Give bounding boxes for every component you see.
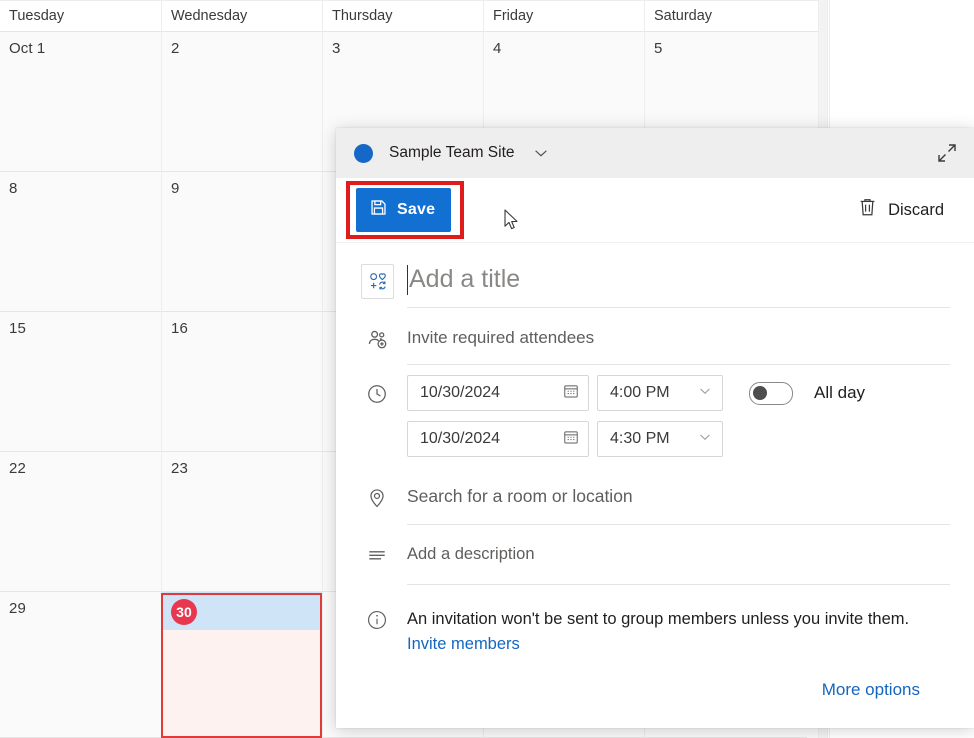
add-people-icon: [360, 326, 394, 351]
invitation-notice-text: An invitation won't be sent to group mem…: [373, 607, 950, 657]
description-row: Add a description: [360, 525, 950, 585]
invitation-notice: An invitation won't be sent to group mem…: [360, 607, 950, 657]
end-time-value: 4:30 PM: [610, 430, 670, 447]
calendar-day-header-wednesday: Wednesday: [161, 1, 322, 32]
start-datetime-line: 10/30/2024 4:00 PM All day: [407, 375, 950, 411]
calendar-cell[interactable]: Oct 1: [0, 32, 161, 172]
site-name-label: Sample Team Site: [389, 144, 515, 161]
more-options-button[interactable]: More options: [816, 679, 926, 701]
start-time-dropdown[interactable]: 4:00 PM: [597, 375, 723, 411]
datetime-fields: 10/30/2024 4:00 PM All day 10/30/2024 4:…: [407, 375, 950, 467]
calendar-day-number: 23: [171, 460, 188, 477]
end-date-value: 10/30/2024: [420, 430, 501, 447]
info-circle-icon: [360, 607, 394, 631]
all-day-toggle-knob: [753, 385, 767, 400]
calendar-cell[interactable]: 9: [161, 172, 322, 312]
calendar-icon[interactable]: [563, 429, 579, 450]
start-date-value: 10/30/2024: [420, 384, 501, 401]
calendar-cell[interactable]: 2: [161, 32, 322, 172]
calendar-day-header-thursday: Thursday: [322, 1, 483, 32]
panel-footer: More options: [360, 679, 950, 701]
calendar-day-number: 22: [9, 460, 26, 477]
mouse-cursor: [504, 209, 520, 231]
invitation-notice-message: An invitation won't be sent to group mem…: [407, 610, 910, 628]
start-time-value: 4:00 PM: [610, 384, 670, 401]
text-caret: [407, 264, 408, 295]
title-placeholder: Add a title: [409, 265, 521, 293]
description-placeholder: Add a description: [407, 545, 535, 563]
calendar-day-header-saturday: Saturday: [644, 1, 807, 32]
start-date-input[interactable]: 10/30/2024: [407, 375, 589, 411]
event-popup-panel: Sample Team Site Save Discard Add a titl…: [336, 128, 974, 728]
calendar-day-number: 8: [9, 180, 18, 197]
clock-icon: [360, 375, 394, 405]
calendar-day-number: 16: [171, 320, 188, 337]
attendees-row: Invite required attendees: [360, 311, 950, 365]
app-root: Tuesday Wednesday Thursday Friday Saturd…: [0, 0, 974, 738]
panel-header: Sample Team Site: [336, 128, 974, 178]
calendar-cell[interactable]: 8: [0, 172, 161, 312]
description-lines-icon: [360, 543, 394, 567]
category-picker-icon[interactable]: [361, 263, 394, 299]
event-form: Add a title Invite required attendees 10…: [336, 249, 974, 701]
calendar-day-number: 2: [171, 40, 180, 57]
calendar-day-number: Oct 1: [9, 40, 46, 57]
datetime-row: 10/30/2024 4:00 PM All day 10/30/2024 4:…: [360, 375, 950, 467]
calendar-cell[interactable]: 22: [0, 452, 161, 592]
save-floppy-icon: [369, 198, 388, 222]
calendar-cell[interactable]: 15: [0, 312, 161, 452]
calendar-cell[interactable]: 16: [161, 312, 322, 452]
calendar-day-header-tuesday: Tuesday: [9, 8, 65, 24]
calendar-header-row: Tuesday Wednesday Thursday Friday Saturd…: [0, 0, 818, 32]
save-button-label: Save: [397, 201, 436, 218]
expand-diagonal-icon[interactable]: [936, 142, 958, 164]
chevron-down-icon[interactable]: [532, 144, 550, 162]
save-button[interactable]: Save: [356, 188, 452, 232]
attendees-input[interactable]: Invite required attendees: [407, 311, 950, 365]
trash-icon: [858, 197, 877, 223]
title-input[interactable]: Add a title: [407, 253, 950, 308]
all-day-toggle[interactable]: [749, 381, 793, 405]
invite-members-link[interactable]: Invite members: [407, 635, 520, 653]
calendar-day-number: 15: [9, 320, 26, 337]
calendar-day-number: 9: [171, 180, 180, 197]
calendar-day-header-friday: Friday: [483, 1, 644, 32]
end-date-input[interactable]: 10/30/2024: [407, 421, 589, 457]
location-row: Search for a room or location: [360, 469, 950, 525]
all-day-label: All day: [814, 383, 866, 402]
site-avatar-icon: [354, 143, 373, 163]
location-input[interactable]: Search for a room or location: [407, 469, 950, 525]
calendar-icon[interactable]: [563, 383, 579, 404]
title-icon-slot: [360, 262, 394, 299]
calendar-day-number: 3: [332, 40, 341, 57]
end-time-dropdown[interactable]: 4:30 PM: [597, 421, 723, 457]
calendar-day-number: 5: [654, 40, 663, 57]
calendar-cell[interactable]: 29: [0, 592, 161, 738]
description-input[interactable]: Add a description: [407, 525, 950, 585]
chevron-down-icon: [697, 383, 713, 404]
chevron-down-icon: [697, 429, 713, 450]
calendar-day-number: 4: [493, 40, 502, 57]
location-pin-icon: [360, 485, 394, 509]
end-datetime-line: 10/30/2024 4:30 PM: [407, 421, 950, 457]
discard-button-label: Discard: [888, 200, 944, 219]
discard-button[interactable]: Discard: [852, 188, 950, 232]
calendar-day-number-selected: 30: [171, 599, 197, 625]
calendar-cell[interactable]: 23: [161, 452, 322, 592]
calendar-day-number: 29: [9, 600, 26, 617]
title-row: Add a title: [360, 249, 950, 311]
calendar-cell-selected[interactable]: 30: [161, 592, 322, 738]
location-placeholder: Search for a room or location: [407, 486, 633, 506]
attendees-placeholder: Invite required attendees: [407, 327, 595, 347]
